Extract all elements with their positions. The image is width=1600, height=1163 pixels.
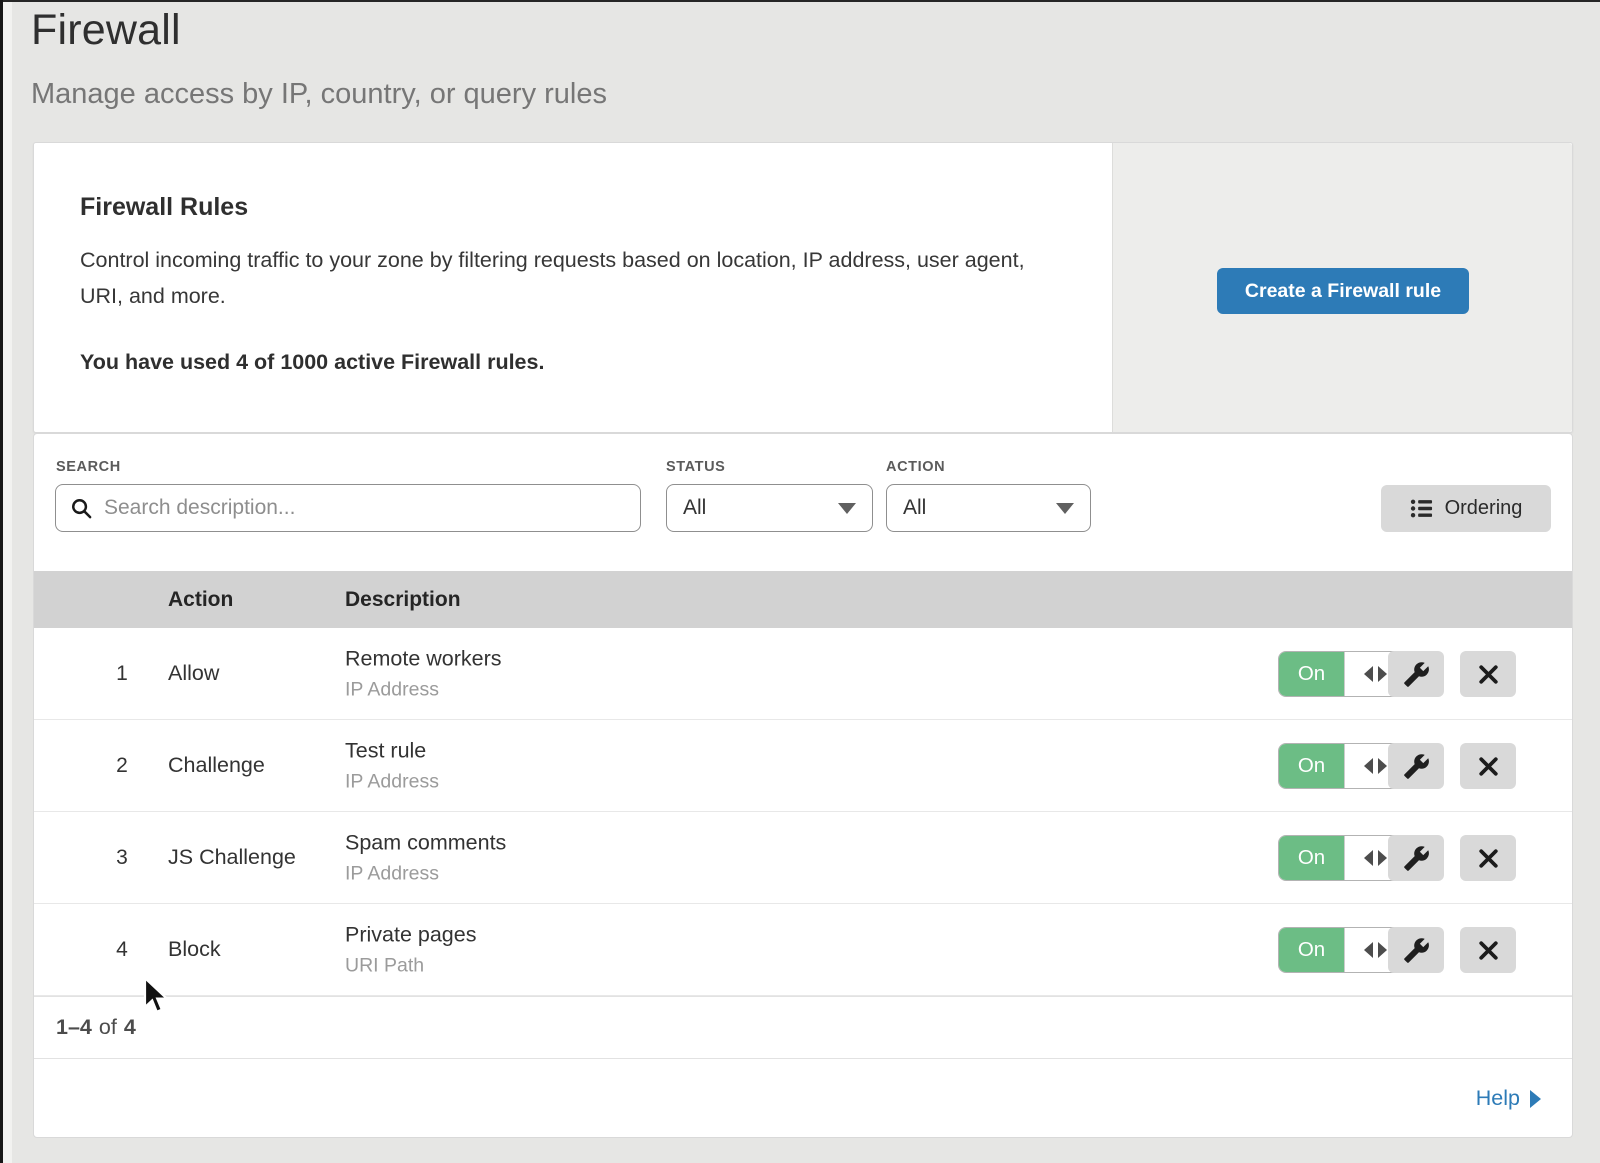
rules-table-card: SEARCH STATUS All ACTION All bbox=[33, 433, 1573, 1138]
table-row: 1 Allow Remote workers IP Address On bbox=[34, 628, 1572, 720]
table-row: 3 JS Challenge Spam comments IP Address … bbox=[34, 812, 1572, 904]
toggle-on-label: On bbox=[1279, 652, 1344, 696]
wrench-icon bbox=[1403, 937, 1430, 964]
rule-action: JS Challenge bbox=[168, 812, 296, 903]
delete-rule-button[interactable] bbox=[1460, 743, 1516, 789]
rule-description: Remote workers IP Address bbox=[345, 646, 502, 701]
chevron-down-icon bbox=[1056, 503, 1074, 514]
list-icon bbox=[1410, 497, 1433, 520]
left-right-arrows-icon bbox=[1364, 942, 1373, 958]
rules-usage-text: You have used 4 of 1000 active Firewall … bbox=[80, 350, 544, 375]
help-arrow-icon bbox=[1530, 1090, 1541, 1108]
delete-rule-button[interactable] bbox=[1460, 651, 1516, 697]
rule-action: Allow bbox=[168, 628, 219, 719]
window-edge-left-light bbox=[3, 2, 12, 1163]
window-edge-left bbox=[0, 0, 3, 1163]
status-dropdown[interactable]: All bbox=[666, 484, 873, 532]
page-subtitle: Manage access by IP, country, or query r… bbox=[31, 78, 607, 111]
rule-description: Test rule IP Address bbox=[345, 738, 439, 793]
search-input[interactable] bbox=[104, 496, 626, 520]
firewall-page: Firewall Manage access by IP, country, o… bbox=[0, 0, 1600, 1163]
table-row: 2 Challenge Test rule IP Address On bbox=[34, 720, 1572, 812]
left-right-arrows-icon bbox=[1364, 850, 1373, 866]
rule-description-title: Remote workers bbox=[345, 646, 502, 671]
firewall-rules-card-aside: Create a Firewall rule bbox=[1112, 143, 1572, 432]
left-right-arrows-icon bbox=[1378, 666, 1387, 682]
left-right-arrows-icon bbox=[1364, 666, 1373, 682]
firewall-rules-card-main: Firewall Rules Control incoming traffic … bbox=[34, 143, 1112, 432]
create-firewall-rule-button[interactable]: Create a Firewall rule bbox=[1217, 268, 1469, 314]
action-dropdown-value: All bbox=[903, 496, 926, 520]
rule-description-title: Test rule bbox=[345, 738, 439, 763]
rules-card-description: Control incoming traffic to your zone by… bbox=[80, 242, 1030, 314]
left-right-arrows-icon bbox=[1378, 942, 1387, 958]
delete-rule-button[interactable] bbox=[1460, 927, 1516, 973]
column-header-action: Action bbox=[168, 571, 233, 628]
pagination-total: 4 bbox=[124, 1015, 136, 1040]
help-link[interactable]: Help bbox=[1476, 1086, 1541, 1111]
wrench-icon bbox=[1403, 661, 1430, 688]
rule-action: Challenge bbox=[168, 720, 265, 811]
rule-description: Spam comments IP Address bbox=[345, 830, 506, 885]
left-right-arrows-icon bbox=[1364, 758, 1373, 774]
rule-priority: 4 bbox=[104, 904, 140, 995]
search-field-wrapper bbox=[55, 484, 641, 532]
wrench-icon bbox=[1403, 753, 1430, 780]
rule-description-title: Spam comments bbox=[345, 830, 506, 855]
rule-priority: 1 bbox=[104, 628, 140, 719]
card-footer: Help bbox=[34, 1058, 1572, 1138]
left-right-arrows-icon bbox=[1378, 758, 1387, 774]
left-right-arrows-icon bbox=[1378, 850, 1387, 866]
table-row: 4 Block Private pages URI Path On bbox=[34, 904, 1572, 996]
ordering-button-label: Ordering bbox=[1445, 497, 1523, 520]
delete-rule-button[interactable] bbox=[1460, 835, 1516, 881]
pagination-separator: of bbox=[99, 1015, 117, 1040]
rule-priority: 3 bbox=[104, 812, 140, 903]
pagination-range: 1–4 bbox=[56, 1015, 92, 1040]
toggle-on-label: On bbox=[1279, 744, 1344, 788]
rule-description-title: Private pages bbox=[345, 922, 476, 947]
chevron-down-icon bbox=[838, 503, 856, 514]
column-header-description: Description bbox=[345, 571, 461, 628]
close-icon bbox=[1476, 754, 1501, 779]
window-edge-top bbox=[0, 0, 1600, 2]
close-icon bbox=[1476, 938, 1501, 963]
toggle-on-label: On bbox=[1279, 836, 1344, 880]
toggle-on-label: On bbox=[1279, 928, 1344, 972]
rule-match-type: URI Path bbox=[345, 954, 476, 977]
action-dropdown[interactable]: All bbox=[886, 484, 1091, 532]
status-label: STATUS bbox=[666, 459, 725, 475]
rule-description: Private pages URI Path bbox=[345, 922, 476, 977]
rules-table-body: 1 Allow Remote workers IP Address On bbox=[34, 628, 1572, 996]
wrench-icon bbox=[1403, 845, 1430, 872]
rule-match-type: IP Address bbox=[345, 678, 502, 701]
edit-rule-button[interactable] bbox=[1388, 651, 1444, 697]
action-label: ACTION bbox=[886, 459, 945, 475]
firewall-rules-card: Firewall Rules Control incoming traffic … bbox=[33, 142, 1573, 433]
search-icon bbox=[70, 497, 93, 520]
page-title: Firewall bbox=[31, 6, 181, 55]
help-link-label: Help bbox=[1476, 1086, 1520, 1111]
rule-priority: 2 bbox=[104, 720, 140, 811]
rules-card-title: Firewall Rules bbox=[80, 193, 248, 222]
status-dropdown-value: All bbox=[683, 496, 706, 520]
edit-rule-button[interactable] bbox=[1388, 835, 1444, 881]
pagination: 1–4 of 4 bbox=[34, 996, 1572, 1058]
close-icon bbox=[1476, 846, 1501, 871]
rule-match-type: IP Address bbox=[345, 770, 439, 793]
rule-action: Block bbox=[168, 904, 221, 995]
rule-match-type: IP Address bbox=[345, 862, 506, 885]
table-header-row: Action Description bbox=[34, 571, 1572, 628]
ordering-button[interactable]: Ordering bbox=[1381, 485, 1551, 532]
edit-rule-button[interactable] bbox=[1388, 927, 1444, 973]
close-icon bbox=[1476, 662, 1501, 687]
edit-rule-button[interactable] bbox=[1388, 743, 1444, 789]
search-label: SEARCH bbox=[56, 459, 121, 475]
